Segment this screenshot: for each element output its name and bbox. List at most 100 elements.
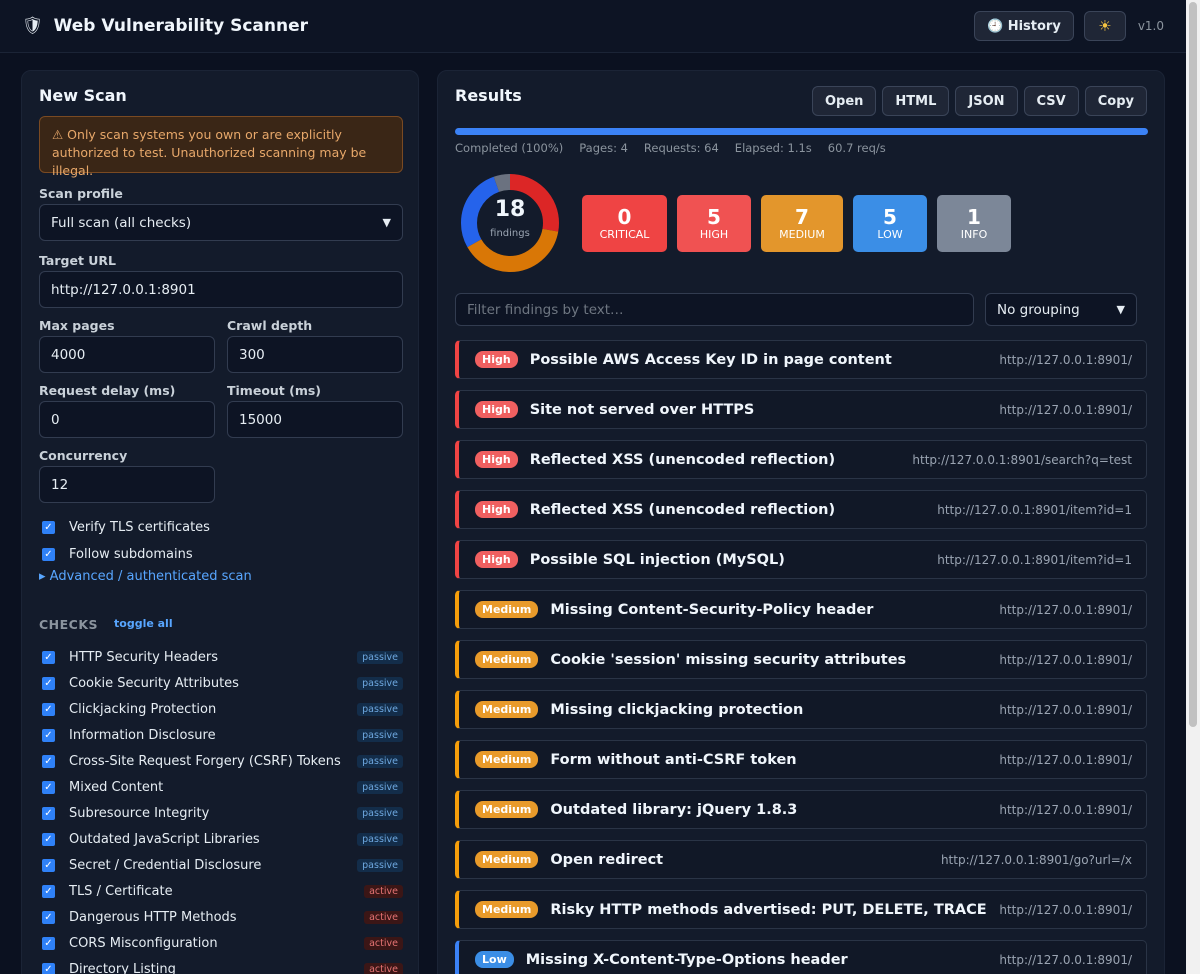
finding-row[interactable]: Medium Cookie 'session' missing security … — [455, 640, 1147, 679]
checkbox-checked-icon[interactable]: ✓ — [42, 911, 55, 924]
finding-url: http://127.0.0.1:8901/search?q=test — [912, 452, 1132, 467]
page-scrollbar[interactable] — [1186, 0, 1200, 974]
max-pages-input[interactable]: 4000 — [39, 336, 215, 373]
finding-row[interactable]: High Site not served over HTTPS http://127… — [455, 390, 1147, 429]
low-count-card[interactable]: 5 LOW — [853, 195, 927, 252]
finding-url: http://127.0.0.1:8901/ — [999, 402, 1132, 417]
verify-tls-option[interactable]: ✓ Verify TLS certificates — [42, 520, 210, 535]
checkbox-checked-icon[interactable]: ✓ — [42, 651, 55, 664]
timeout-input[interactable]: 15000 — [227, 401, 403, 438]
check-label: Cross-Site Request Forgery (CSRF) Tokens — [69, 754, 341, 769]
finding-row[interactable]: Medium Form without anti-CSRF token http:/… — [455, 740, 1147, 779]
critical-count-card[interactable]: 0 CRITICAL — [582, 195, 667, 252]
checkbox-checked-icon[interactable]: ✓ — [42, 781, 55, 794]
checkbox-checked-icon[interactable]: ✓ — [42, 963, 55, 974]
medium-count-card[interactable]: 7 MEDIUM — [761, 195, 843, 252]
crawl-depth-input[interactable]: 300 — [227, 336, 403, 373]
finding-url: http://127.0.0.1:8901/ — [999, 952, 1132, 967]
checkbox-checked-icon[interactable]: ✓ — [42, 729, 55, 742]
finding-row[interactable]: High Reflected XSS (unencoded reflection)… — [455, 440, 1147, 479]
severity-badge: High — [475, 451, 518, 468]
scrollbar-thumb[interactable] — [1189, 2, 1197, 727]
finding-url: http://127.0.0.1:8901/ — [999, 752, 1132, 767]
severity-count: 1 — [967, 205, 981, 229]
check-item[interactable]: ✓ CORS Misconfiguration active — [42, 936, 403, 951]
copy-button[interactable]: Copy — [1084, 86, 1147, 116]
check-item[interactable]: ✓ HTTP Security Headers passive — [42, 650, 403, 665]
high-count-card[interactable]: 5 HIGH — [677, 195, 751, 252]
checkbox-checked-icon[interactable]: ✓ — [42, 755, 55, 768]
scan-progress-bar — [455, 128, 1148, 135]
checkbox-checked-icon[interactable]: ✓ — [42, 548, 55, 561]
requests-count: Requests: 64 — [643, 141, 719, 155]
check-label: Information Disclosure — [69, 728, 216, 743]
grouping-select[interactable]: No grouping ▼ — [985, 293, 1137, 326]
severity-badge: Medium — [475, 901, 539, 918]
check-item[interactable]: ✓ Cookie Security Attributes passive — [42, 676, 403, 691]
open-button[interactable]: Open — [811, 86, 877, 116]
severity-label: MEDIUM — [779, 228, 825, 241]
severity-badge: Medium — [475, 701, 539, 718]
sun-icon: ☀ — [1098, 17, 1112, 35]
checkbox-checked-icon[interactable]: ✓ — [42, 521, 55, 534]
scan-progress-fill — [455, 128, 1148, 135]
check-item[interactable]: ✓ Information Disclosure passive — [42, 728, 403, 743]
check-item[interactable]: ✓ TLS / Certificate active — [42, 884, 403, 899]
finding-row[interactable]: Medium Missing clickjacking protection htt… — [455, 690, 1147, 729]
check-item[interactable]: ✓ Secret / Credential Disclosure passive — [42, 858, 403, 873]
export-csv-button[interactable]: CSV — [1023, 86, 1079, 116]
finding-row[interactable]: Medium Missing Content-Security-Policy he… — [455, 590, 1147, 629]
check-mode-tag: active — [364, 911, 403, 924]
advanced-scan-toggle[interactable]: ▸ Advanced / authenticated scan — [39, 569, 252, 584]
checkbox-checked-icon[interactable]: ✓ — [42, 859, 55, 872]
chevron-down-icon: ▼ — [1116, 303, 1125, 316]
info-count-card[interactable]: 1 INFO — [937, 195, 1011, 252]
target-url-input[interactable]: http://127.0.0.1:8901 — [39, 271, 403, 308]
finding-url: http://127.0.0.1:8901/ — [999, 802, 1132, 817]
finding-title: Risky HTTP methods advertised: PUT, DELE… — [550, 901, 987, 918]
theme-toggle-button[interactable]: ☀ — [1083, 11, 1126, 41]
check-label: TLS / Certificate — [69, 884, 173, 899]
finding-row[interactable]: Low Missing X-Content-Type-Options header… — [455, 940, 1147, 974]
severity-badge: High — [475, 551, 518, 568]
check-item[interactable]: ✓ Cross-Site Request Forgery (CSRF) Token… — [42, 754, 403, 769]
request-delay-input[interactable]: 0 — [39, 401, 215, 438]
concurrency-input[interactable]: 12 — [39, 466, 215, 503]
finding-row[interactable]: High Possible AWS Access Key ID in page c… — [455, 340, 1147, 379]
finding-url: http://127.0.0.1:8901/item?id=1 — [937, 552, 1132, 567]
severity-count: 5 — [707, 205, 721, 229]
check-mode-tag: passive — [357, 859, 403, 872]
finding-row[interactable]: High Reflected XSS (unencoded reflection)… — [455, 490, 1147, 529]
toggle-all-link[interactable]: toggle all — [114, 617, 173, 630]
check-item[interactable]: ✓ Subresource Integrity passive — [42, 806, 403, 821]
finding-url: http://127.0.0.1:8901/ — [999, 602, 1132, 617]
checkbox-checked-icon[interactable]: ✓ — [42, 885, 55, 898]
checkbox-checked-icon[interactable]: ✓ — [42, 833, 55, 846]
check-item[interactable]: ✓ Clickjacking Protection passive — [42, 702, 403, 717]
finding-row[interactable]: High Possible SQL injection (MySQL) http:/… — [455, 540, 1147, 579]
finding-url: http://127.0.0.1:8901/ — [999, 902, 1132, 917]
finding-row[interactable]: Medium Open redirect http://127.0.0.1:8901… — [455, 840, 1147, 879]
follow-subdomains-option[interactable]: ✓ Follow subdomains — [42, 547, 193, 562]
checkbox-checked-icon[interactable]: ✓ — [42, 677, 55, 690]
check-item[interactable]: ✓ Outdated JavaScript Libraries passive — [42, 832, 403, 847]
export-html-button[interactable]: HTML — [882, 86, 950, 116]
check-item[interactable]: ✓ Mixed Content passive — [42, 780, 403, 795]
checkbox-checked-icon[interactable]: ✓ — [42, 937, 55, 950]
filter-findings-input[interactable]: Filter findings by text… — [455, 293, 974, 326]
scan-profile-select[interactable]: Full scan (all checks) ▼ — [39, 204, 403, 241]
export-json-button[interactable]: JSON — [955, 86, 1018, 116]
severity-badge: Medium — [475, 801, 539, 818]
checkbox-checked-icon[interactable]: ✓ — [42, 807, 55, 820]
check-item[interactable]: ✓ Directory Listing active — [42, 962, 403, 974]
check-label: Outdated JavaScript Libraries — [69, 832, 260, 847]
checkbox-checked-icon[interactable]: ✓ — [42, 703, 55, 716]
results-panel: Results Open HTML JSON CSV Copy Complete… — [437, 70, 1165, 974]
history-button[interactable]: 🕘 History — [973, 11, 1074, 41]
pages-count: Pages: 4 — [579, 141, 628, 155]
finding-row[interactable]: Medium Outdated library: jQuery 1.8.3 http… — [455, 790, 1147, 829]
finding-row[interactable]: Medium Risky HTTP methods advertised: PUT… — [455, 890, 1147, 929]
request-rate: 60.7 req/s — [827, 141, 886, 155]
scan-status: Completed (100%) — [455, 141, 564, 155]
check-item[interactable]: ✓ Dangerous HTTP Methods active — [42, 910, 403, 925]
